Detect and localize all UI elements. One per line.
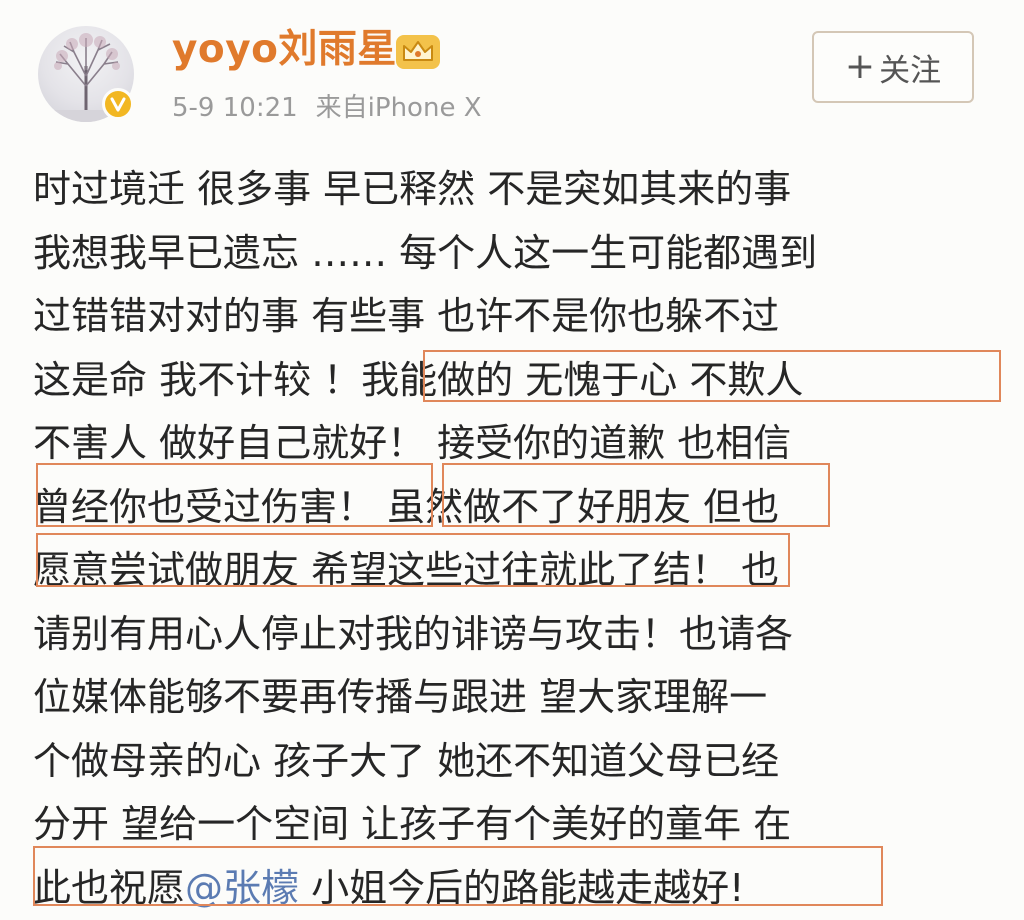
post-line-last: 此也祝愿@张檬 小姐今后的路能越走越好! [33, 857, 993, 920]
post-line: 我想我早已遗忘 …… 每个人这一生可能都遇到 [33, 222, 993, 286]
post-line: 愿意尝试做朋友 希望这些过往就此了结！ 也 [33, 539, 993, 603]
author-avatar[interactable] [38, 26, 134, 122]
plus-icon: + [845, 49, 875, 85]
post-line: 个做母亲的心 孩子大了 她还不知道父母已经 [33, 730, 993, 794]
post-meta: 5-9 10:21 来自iPhone X [172, 90, 482, 126]
follow-button[interactable]: + 关注 [812, 31, 974, 103]
post-line: 分开 望给一个空间 让孩子有个美好的童年 在 [33, 793, 993, 857]
post-line-text: 小姐今后的路能越走越好! [299, 866, 744, 910]
verified-badge-icon [102, 88, 134, 120]
crown-icon[interactable] [395, 34, 441, 70]
post-line: 请别有用心人停止对我的诽谤与攻击！也请各 [33, 603, 993, 667]
author-name[interactable]: yoyo刘雨星 [172, 26, 397, 74]
post-line: 时过境迁 很多事 早已释然 不是突如其来的事 [33, 158, 993, 222]
post-line-text: 此也祝愿 [33, 866, 185, 910]
post-line: 曾经你也受过伤害！ 虽然做不了好朋友 但也 [33, 476, 993, 540]
post-time: 5-9 10:21 [172, 93, 298, 123]
post-body: 时过境迁 很多事 早已释然 不是突如其来的事 我想我早已遗忘 …… 每个人这一生… [33, 158, 993, 920]
mention-link[interactable]: @张檬 [185, 866, 299, 910]
post-line: 过错错对对的事 有些事 也许不是你也躲不过 [33, 285, 993, 349]
post-line: 这是命 我不计较 ！我能做的 无愧于心 不欺人 [33, 349, 993, 413]
post-line: 位媒体能够不要再传播与跟进 望大家理解一 [33, 666, 993, 730]
post-source[interactable]: 来自iPhone X [316, 93, 482, 123]
post-header: yoyo刘雨星 5-9 10:21 来自iPhone X + 关注 [0, 0, 1024, 150]
post-line: 不害人 做好自己就好！ 接受你的道歉 也相信 [33, 412, 993, 476]
follow-label: 关注 [879, 45, 941, 90]
